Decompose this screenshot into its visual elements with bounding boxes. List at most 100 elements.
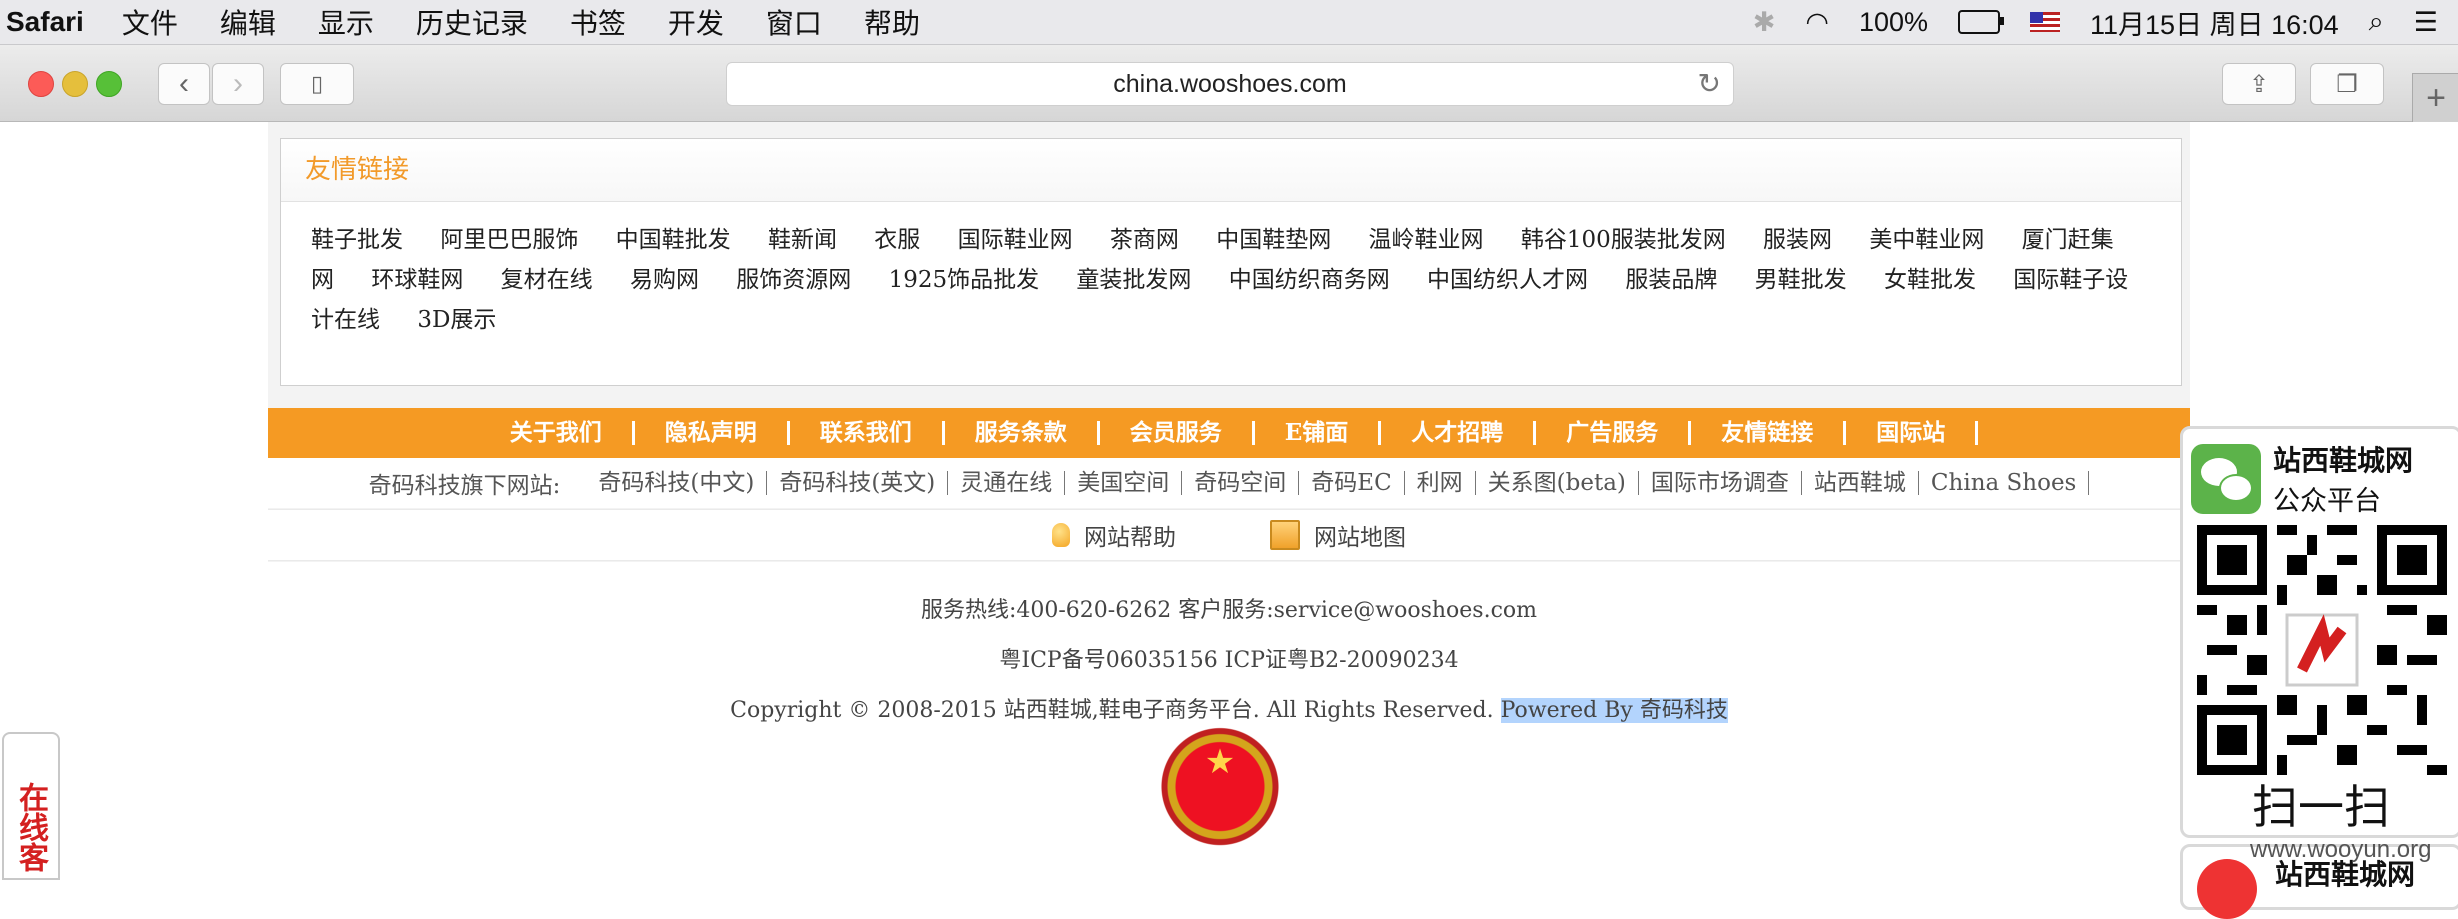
url-text: china.wooshoes.com [1113, 69, 1347, 98]
menu-view[interactable]: 显示 [318, 2, 374, 42]
friend-link[interactable]: 服饰资源网 [736, 267, 851, 293]
wechat-icon [2191, 443, 2261, 514]
friend-link[interactable]: 复材在线 [501, 267, 593, 293]
menu-edit[interactable]: 编辑 [220, 2, 276, 42]
friend-link[interactable]: 衣服 [874, 227, 920, 253]
reload-icon[interactable]: ↻ [1698, 67, 1721, 100]
sister-site-link[interactable]: 美国空间 [1065, 471, 1183, 495]
rss-icon [2197, 859, 2257, 919]
new-tab-button[interactable]: + [2412, 73, 2458, 123]
qr-code-icon [2197, 525, 2447, 775]
friend-link[interactable]: 3D展示 [417, 307, 496, 333]
minimize-window-button[interactable] [62, 71, 88, 97]
address-bar[interactable]: china.wooshoes.com ↻ [726, 62, 1734, 106]
sister-site-link[interactable]: China Shoes [1919, 471, 2090, 495]
sidebar-button[interactable]: ▯ [280, 63, 354, 105]
friend-link[interactable]: 鞋新闻 [768, 227, 837, 253]
friend-link[interactable]: 女鞋批发 [1884, 267, 1976, 293]
nav-link[interactable]: 联系我们 [790, 421, 945, 445]
spotlight-search-icon[interactable]: ⌕ [2369, 6, 2384, 38]
sitemap-link[interactable]: 网站地图 [1270, 518, 1406, 552]
friend-link[interactable]: 服装网 [1763, 227, 1832, 253]
star-icon: ★ [1204, 743, 1236, 781]
scan-label: 扫一扫 [2252, 780, 2390, 834]
friend-link[interactable]: 茶商网 [1110, 227, 1179, 253]
menu-app-name[interactable]: Safari [6, 6, 84, 38]
footer: 服务热线:400-620-6262 客户服务:service@wooshoes.… [268, 562, 2190, 880]
sister-site-link[interactable]: 灵通在线 [948, 471, 1066, 495]
site-help-link[interactable]: 网站帮助 [1052, 518, 1176, 552]
help-row: 网站帮助 网站地图 [268, 509, 2190, 561]
friend-link[interactable]: 中国鞋垫网 [1216, 227, 1331, 253]
sister-site-link[interactable]: 奇码科技(中文) [586, 471, 768, 495]
sister-site-link[interactable]: 国际市场调查 [1639, 471, 1802, 495]
online-service-tab[interactable]: 在线客 [2, 732, 60, 880]
share-button[interactable]: ⇪ [2222, 63, 2296, 105]
menu-clock[interactable]: 11月15日 周日 16:04 [2090, 3, 2339, 42]
bluetooth-icon[interactable]: ✱ [1753, 7, 1776, 38]
menu-history[interactable]: 历史记录 [416, 2, 528, 42]
sister-sites-prefix: 奇码科技旗下网站: [368, 473, 561, 499]
friend-link[interactable]: 温岭鞋业网 [1369, 227, 1484, 253]
nav-link[interactable]: 广告服务 [1536, 421, 1692, 445]
friend-link[interactable]: 易购网 [630, 267, 699, 293]
friend-link[interactable]: 环球鞋网 [371, 267, 463, 293]
nav-link[interactable]: 服务条款 [945, 421, 1100, 445]
sister-site-link[interactable]: 奇码空间 [1182, 471, 1300, 495]
copyright-text: Copyright © 2008-2015 站西鞋城,鞋电子商务平台. All … [730, 698, 1494, 723]
sister-site-link[interactable]: 关系图(beta) [1476, 471, 1639, 495]
friend-link[interactable]: 鞋子批发 [311, 227, 403, 253]
sister-site-link[interactable]: 站西鞋城 [1802, 471, 1919, 495]
battery-icon[interactable] [1958, 10, 2005, 34]
nav-link[interactable]: 人才招聘 [1381, 421, 1537, 445]
menu-bookmarks[interactable]: 书签 [570, 2, 626, 42]
nav-link[interactable]: E铺面 [1255, 421, 1382, 445]
nav-link[interactable]: 会员服务 [1100, 421, 1255, 445]
business-license-badge[interactable]: ★ [1156, 720, 1284, 868]
copyright-line: Copyright © 2008-2015 站西鞋城,鞋电子商务平台. All … [268, 692, 2190, 724]
forward-button[interactable]: › [212, 63, 264, 105]
wechat-subtitle: 公众平台 [2273, 486, 2381, 517]
friend-link[interactable]: 中国纺织人才网 [1427, 267, 1588, 293]
sister-site-link[interactable]: 奇码EC [1299, 471, 1405, 495]
wechat-qr-panel[interactable]: 站西鞋城网 公众平台 扫一扫 [2180, 426, 2458, 838]
input-source-flag-icon[interactable] [2030, 12, 2061, 32]
menu-develop[interactable]: 开发 [668, 2, 724, 42]
friend-link[interactable]: 中国鞋批发 [616, 227, 731, 253]
friend-link[interactable]: 男鞋批发 [1755, 267, 1847, 293]
friend-link[interactable]: 1925饰品批发 [889, 267, 1040, 293]
friend-link[interactable]: 童装批发网 [1076, 267, 1191, 293]
friend-link[interactable]: 国际鞋业网 [958, 227, 1073, 253]
notification-center-icon[interactable]: ☰ [2414, 7, 2438, 38]
sidebar-icon: ▯ [310, 71, 324, 96]
powered-by-link[interactable]: Powered By 奇码科技 [1500, 698, 1728, 723]
friend-link[interactable]: 阿里巴巴服饰 [440, 227, 578, 253]
friend-link[interactable]: 中国纺织商务网 [1229, 267, 1390, 293]
nav-link[interactable]: 友情链接 [1691, 421, 1847, 445]
nav-link[interactable]: 国际站 [1846, 421, 1979, 445]
nav-link[interactable]: 关于我们 [480, 421, 635, 445]
web-page: 友情链接 鞋子批发 阿里巴巴服饰 中国鞋批发 鞋新闻 衣服 国际鞋业网 茶商网 … [0, 122, 2458, 880]
close-window-button[interactable] [28, 71, 54, 97]
sister-sites-list: 奇码科技(中文) 奇码科技(英文) 灵通在线 美国空间 奇码空间 奇码EC 利网 关系图(be… [586, 471, 2090, 495]
friend-links-box: 友情链接 鞋子批发 阿里巴巴服饰 中国鞋批发 鞋新闻 衣服 国际鞋业网 茶商网 … [280, 138, 2182, 386]
friend-link[interactable]: 服装品牌 [1625, 267, 1717, 293]
menu-window[interactable]: 窗口 [766, 2, 822, 42]
wifi-icon[interactable]: ◠ [1805, 7, 1829, 38]
tabs-overview-button[interactable]: ❐ [2310, 63, 2384, 105]
chevron-right-icon: › [233, 67, 243, 100]
sister-site-link[interactable]: 利网 [1405, 471, 1476, 495]
sister-site-link[interactable]: 奇码科技(英文) [767, 471, 949, 495]
sitemap-label: 网站地图 [1314, 525, 1406, 551]
friend-link[interactable]: 韩谷100服装批发网 [1521, 227, 1726, 253]
friend-link[interactable]: 美中鞋业网 [1869, 227, 1984, 253]
sister-sites-row: 奇码科技旗下网站: 奇码科技(中文) 奇码科技(英文) 灵通在线 美国空间 奇码空间 奇码… [268, 458, 2190, 508]
nav-link[interactable]: 隐私声明 [635, 421, 790, 445]
browser-toolbar: ‹ › ▯ china.wooshoes.com ↻ ⇪ ❐ + [0, 45, 2458, 123]
menu-help[interactable]: 帮助 [864, 2, 920, 42]
menu-file[interactable]: 文件 [122, 2, 178, 42]
back-button[interactable]: ‹ [158, 63, 210, 105]
zoom-window-button[interactable] [96, 71, 122, 97]
chevron-left-icon: ‹ [179, 67, 189, 100]
footer-nav-bar: 关于我们 隐私声明 联系我们 服务条款 会员服务 E铺面 人才招聘 广告服务 友情链接 国际站 [268, 408, 2190, 458]
